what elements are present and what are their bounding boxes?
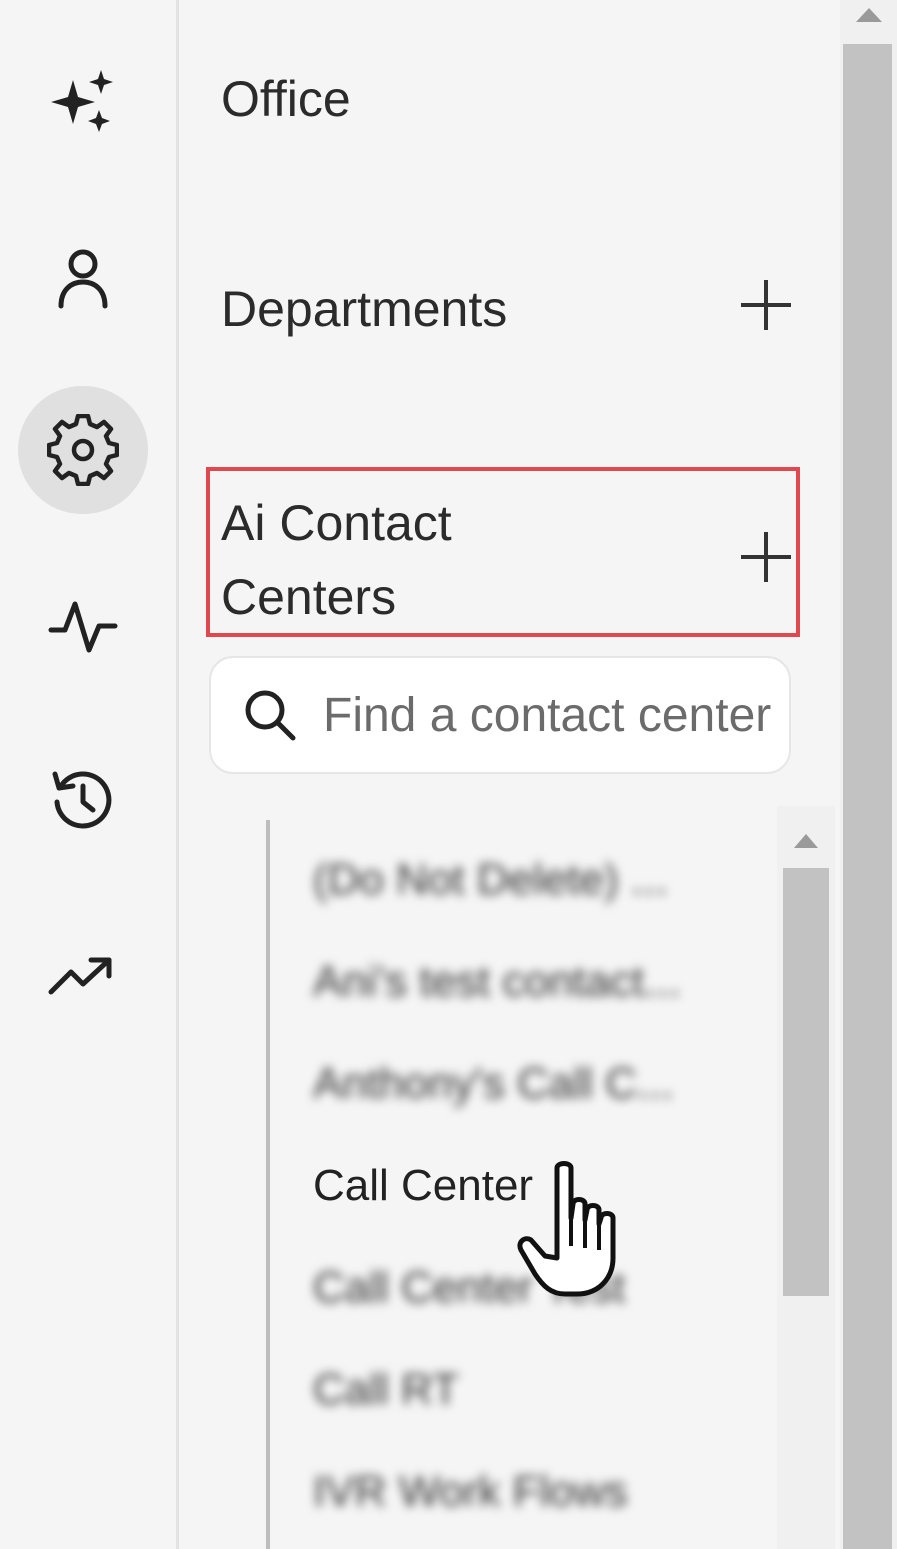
settings-button[interactable] xyxy=(18,386,148,514)
tree-line xyxy=(266,820,270,1549)
list-item[interactable]: Call Center Test xyxy=(313,1248,713,1328)
list-item[interactable]: Anthony's Call C... xyxy=(313,1044,713,1124)
contact-centers-title-line1: Ai Contact xyxy=(221,495,452,551)
list-scrollbar[interactable] xyxy=(777,806,835,1549)
contact-centers-title[interactable]: Ai Contact Centers xyxy=(221,486,452,634)
list-item-call-center[interactable]: Call Center xyxy=(313,1146,713,1226)
panel-scrollbar[interactable] xyxy=(840,0,897,1549)
trending-up-icon xyxy=(48,957,112,995)
ai-assistant-button[interactable] xyxy=(18,38,148,166)
search-icon xyxy=(245,690,296,741)
nav-rail xyxy=(0,0,179,1549)
list-scrollbar-thumb[interactable] xyxy=(783,868,829,1296)
users-button[interactable] xyxy=(18,214,148,342)
list-item[interactable]: (Do Not Delete) ... xyxy=(313,840,713,920)
scroll-up-icon[interactable] xyxy=(856,8,882,22)
activity-button[interactable] xyxy=(18,562,148,690)
add-department-icon[interactable] xyxy=(741,280,791,330)
departments-link[interactable]: Departments xyxy=(221,272,507,346)
list-item[interactable]: IVR Work Flows xyxy=(313,1452,713,1532)
list-item[interactable]: Ani's test contact... xyxy=(313,942,713,1022)
office-link[interactable]: Office xyxy=(221,62,351,136)
hand-pointer-icon xyxy=(517,1161,616,1297)
gear-icon xyxy=(47,414,119,486)
history-icon xyxy=(52,771,112,829)
settings-panel: Office Departments Ai Contact Centers (D… xyxy=(179,0,839,1549)
contact-center-search[interactable] xyxy=(209,656,791,774)
analytics-button[interactable] xyxy=(18,910,148,1038)
list-item[interactable]: Call RT xyxy=(313,1350,713,1430)
panel-scrollbar-thumb[interactable] xyxy=(843,44,892,1549)
search-input[interactable] xyxy=(321,686,789,744)
contact-centers-title-line2: Centers xyxy=(221,569,397,625)
add-contact-center-icon[interactable] xyxy=(741,532,791,582)
user-icon xyxy=(58,249,108,309)
history-button[interactable] xyxy=(18,736,148,864)
sparkles-icon xyxy=(51,70,113,132)
activity-icon xyxy=(48,601,118,653)
scroll-up-icon[interactable] xyxy=(794,834,818,848)
